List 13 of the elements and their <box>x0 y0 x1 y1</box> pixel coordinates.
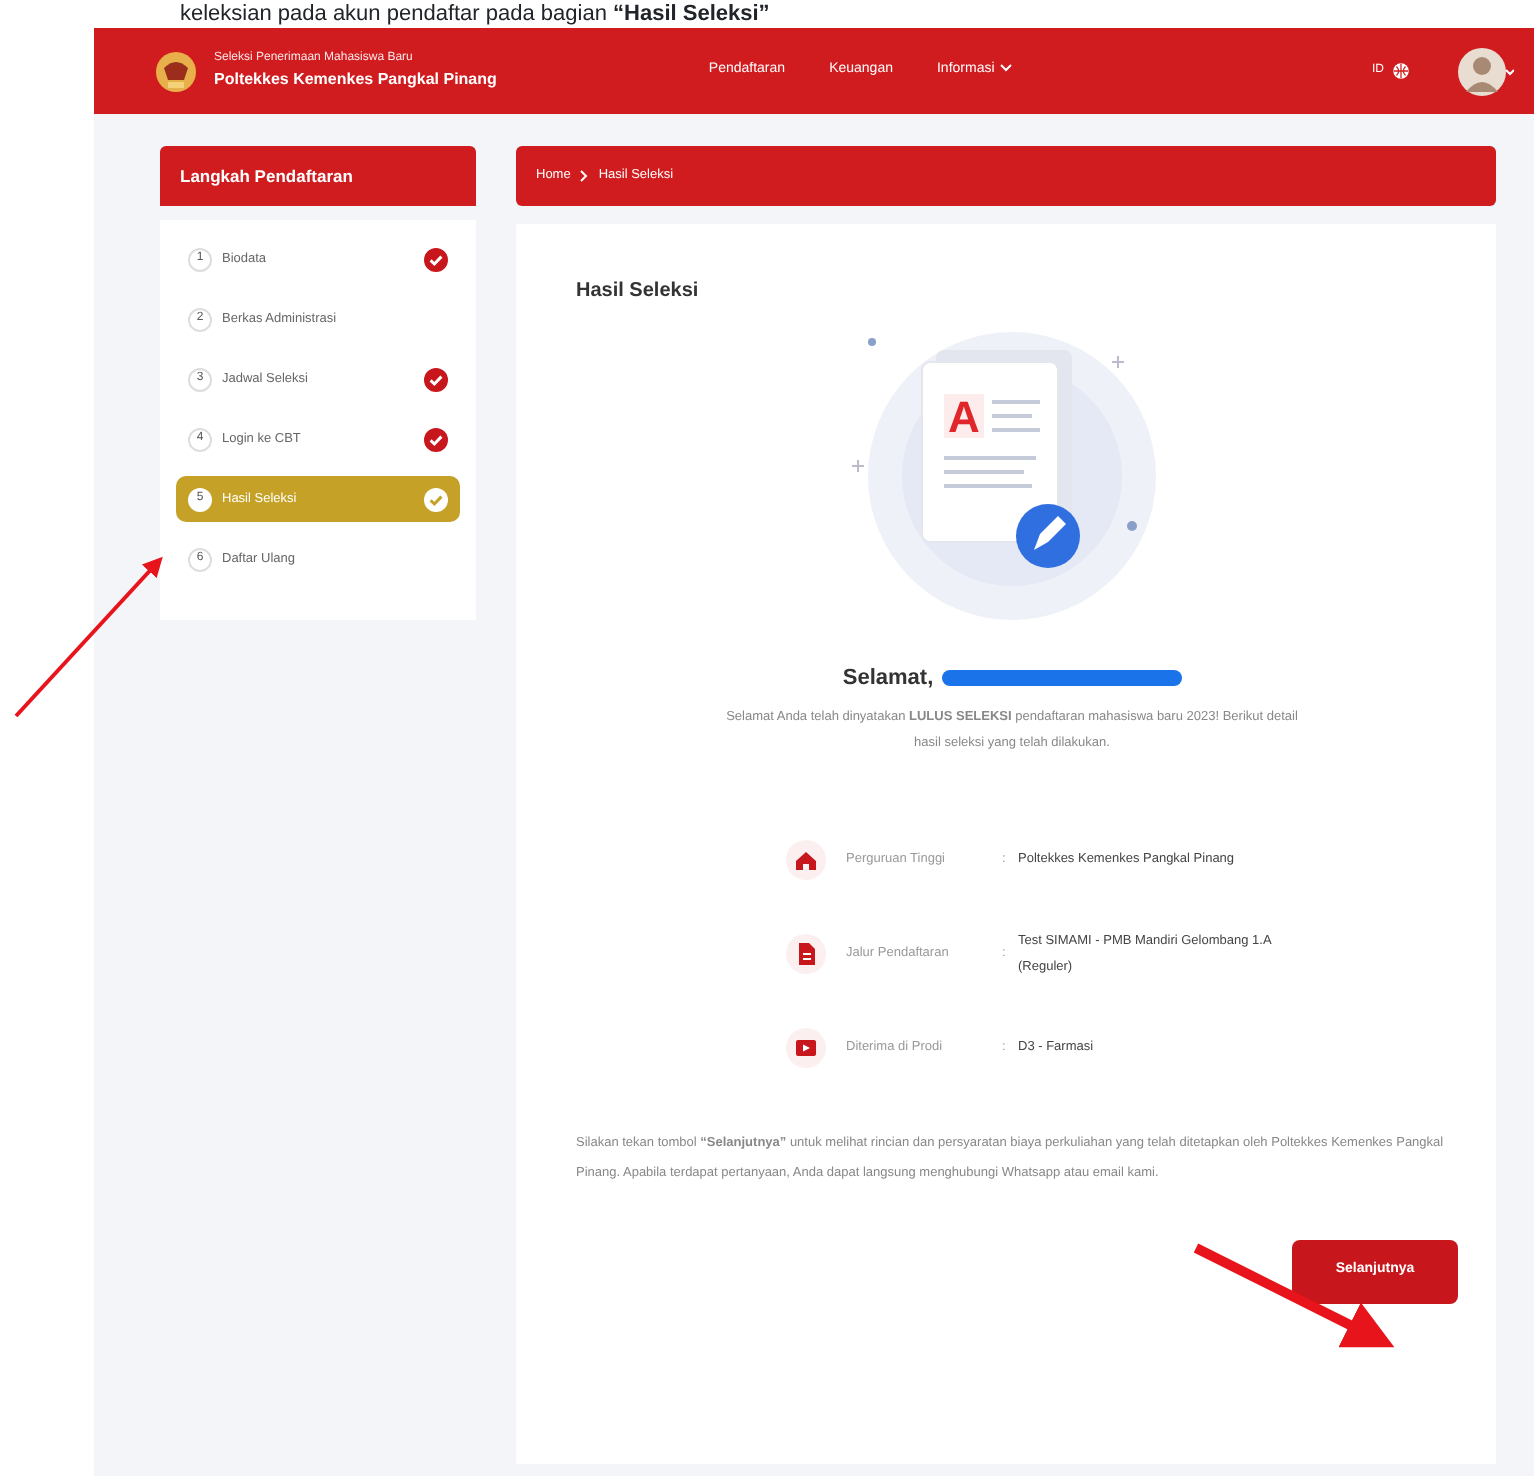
document-text: keleksian pada akun pendaftar pada bagian “Hasil Seleksi” <box>178 0 772 28</box>
caret-icon[interactable] <box>1000 64 1013 73</box>
section-title: Hasil Seleksi <box>576 278 701 306</box>
home-icon <box>786 839 826 879</box>
breadcrumb-separator-icon <box>580 170 589 182</box>
greeting-text: Selamat, <box>842 664 934 694</box>
panel-title: Langkah Pendaftaran <box>160 146 476 206</box>
brand-title: Poltekkes Kemenkes Pangkal Pinang <box>214 68 497 92</box>
document-icon <box>786 933 826 973</box>
globe-icon[interactable] <box>1392 62 1410 80</box>
avatar-menu[interactable] <box>1458 45 1514 97</box>
logo-icon <box>154 49 198 93</box>
video-icon <box>786 1027 826 1067</box>
